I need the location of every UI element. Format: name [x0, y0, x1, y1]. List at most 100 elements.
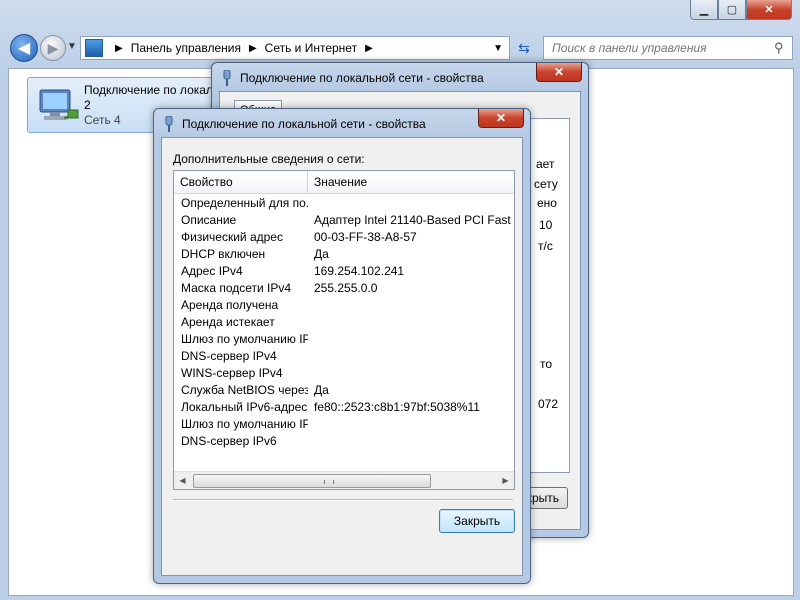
property-cell: Служба NetBIOS через...	[181, 383, 308, 397]
table-row[interactable]: Аренда получена	[174, 297, 514, 314]
hidden-text-fragment: то	[540, 357, 553, 371]
close-window-button[interactable]: ✕	[746, 0, 792, 20]
breadcrumb-separator-icon[interactable]: ▶	[249, 43, 257, 54]
value-cell	[308, 314, 514, 331]
network-adapter-icon	[165, 116, 173, 132]
scrollbar-thumb[interactable]	[193, 474, 431, 488]
value-cell: 255.255.0.0	[314, 281, 378, 295]
hidden-text-fragment: ено	[537, 196, 557, 210]
hidden-text-fragment: т/с	[538, 239, 553, 253]
value-cell: fe80::2523:c8b1:97bf:5038%11	[314, 400, 480, 414]
table-row[interactable]: Маска подсети IPv4 255.255.0.0	[174, 280, 514, 297]
table-row[interactable]: Служба NetBIOS через... Да	[174, 382, 514, 399]
property-cell: Шлюз по умолчанию IP...	[181, 332, 308, 346]
search-icon[interactable]: ⚲	[774, 40, 792, 56]
dialog-close-x-button[interactable]: ✕	[478, 109, 524, 128]
property-cell: Физический адрес	[181, 230, 283, 244]
maximize-button[interactable]: ▢	[718, 0, 746, 20]
close-icon: ✕	[553, 65, 565, 79]
breadcrumb-control-panel[interactable]: Панель управления	[131, 41, 241, 55]
list-header: Свойство Значение	[174, 171, 514, 194]
hidden-text-fragment: 10	[539, 218, 553, 232]
back-button[interactable]: ◀	[10, 34, 38, 62]
network-adapter-icon	[223, 70, 231, 86]
connection-network: Сеть 4	[84, 113, 121, 127]
address-bar[interactable]: ▶ Панель управления ▶ Сеть и Интернет ▶ …	[80, 36, 510, 60]
forward-button[interactable]: ▶	[40, 35, 66, 61]
scroll-right-icon[interactable]: ▶	[497, 472, 514, 489]
details-caption: Дополнительные сведения о сети:	[173, 152, 365, 166]
value-cell	[308, 195, 514, 212]
separator-line	[173, 499, 513, 501]
network-details-dialog: Подключение по локальной сети - свойства…	[153, 108, 531, 584]
breadcrumb-network-internet[interactable]: Сеть и Интернет	[265, 41, 357, 55]
grip-icon	[324, 480, 334, 484]
connection-name-line2: 2	[84, 98, 91, 112]
dialog-close-x-button[interactable]: ✕	[536, 63, 582, 82]
close-icon: ✕	[495, 111, 507, 125]
value-cell	[308, 297, 514, 314]
property-cell: Определенный для по...	[181, 196, 308, 210]
minimize-button[interactable]: ▁	[690, 0, 718, 20]
column-header-property[interactable]: Свойство	[174, 171, 308, 193]
horizontal-scrollbar[interactable]: ◀ ▶	[174, 471, 514, 489]
window-controls: ▁ ▢ ✕	[690, 0, 792, 20]
recent-pages-dropdown[interactable]: ▼	[67, 41, 77, 52]
address-dropdown-icon[interactable]: ▼	[493, 43, 503, 54]
property-cell: Локальный IPv6-адрес...	[181, 400, 308, 414]
value-cell	[308, 331, 514, 348]
table-row[interactable]: Физический адрес 00-03-FF-38-A8-57	[174, 229, 514, 246]
value-cell: Да	[314, 383, 329, 397]
table-row[interactable]: Описание Адаптер Intel 21140-Based PCI Fa…	[174, 212, 514, 229]
value-cell	[308, 433, 514, 450]
property-cell: Описание	[181, 213, 237, 227]
table-row[interactable]: Определенный для по...	[174, 195, 514, 212]
dialog-title: Подключение по локальной сети - свойства	[182, 117, 426, 131]
refresh-button[interactable]: ⇆	[514, 38, 534, 58]
arrow-left-icon: ◀	[17, 40, 31, 57]
hidden-text-fragment: ает	[536, 157, 555, 171]
value-cell: 169.254.102.241	[314, 264, 405, 278]
search-input[interactable]	[544, 40, 774, 56]
table-row[interactable]: DNS-сервер IPv4	[174, 348, 514, 365]
table-row[interactable]: DNS-сервер IPv6	[174, 433, 514, 450]
refresh-icon: ⇆	[518, 39, 530, 56]
table-row[interactable]: Адрес IPv4 169.254.102.241	[174, 263, 514, 280]
close-button[interactable]: Закрыть	[439, 509, 515, 533]
breadcrumb-separator-icon[interactable]: ▶	[365, 43, 373, 54]
breadcrumb-separator-icon[interactable]: ▶	[115, 43, 123, 54]
table-row[interactable]: Локальный IPv6-адрес... fe80::2523:c8b1:9…	[174, 399, 514, 416]
table-row[interactable]: Аренда истекает	[174, 314, 514, 331]
table-row[interactable]: DHCP включен Да	[174, 246, 514, 263]
value-cell: 00-03-FF-38-A8-57	[314, 230, 417, 244]
table-row[interactable]: WINS-сервер IPv4	[174, 365, 514, 382]
property-cell: Аренда истекает	[181, 315, 275, 329]
dialog-body: Дополнительные сведения о сети: Свойство…	[161, 137, 523, 576]
list-rows: Определенный для по... Описание Адаптер In…	[174, 195, 514, 450]
table-row[interactable]: Шлюз по умолчанию IP...	[174, 416, 514, 433]
value-cell	[308, 348, 514, 365]
property-cell: Шлюз по умолчанию IP...	[181, 417, 308, 431]
hidden-text-fragment: 072	[538, 397, 559, 411]
hidden-text-fragment: сету	[534, 177, 558, 191]
connection-name: Подключение по локал	[84, 83, 213, 97]
value-cell: Адаптер Intel 21140-Based PCI Fast Ethe	[314, 213, 514, 227]
property-cell: DHCP включен	[181, 247, 266, 261]
value-cell: Да	[314, 247, 329, 261]
property-cell: DNS-сервер IPv4	[181, 349, 277, 363]
search-box[interactable]: ⚲	[543, 36, 793, 60]
control-panel-icon	[85, 39, 103, 57]
property-cell: Маска подсети IPv4	[181, 281, 292, 295]
value-cell	[308, 365, 514, 382]
property-cell: Адрес IPv4	[181, 264, 243, 278]
property-cell: Аренда получена	[181, 298, 279, 312]
column-header-value[interactable]: Значение	[308, 171, 514, 193]
details-list-view[interactable]: Свойство Значение Определенный для по...…	[173, 170, 515, 490]
arrow-right-icon: ▶	[47, 39, 59, 56]
scroll-left-icon[interactable]: ◀	[174, 472, 191, 489]
network-computer-icon	[39, 89, 79, 120]
value-cell	[308, 416, 514, 433]
table-row[interactable]: Шлюз по умолчанию IP...	[174, 331, 514, 348]
dialog-title: Подключение по локальной сети - свойства	[240, 71, 484, 85]
property-cell: DNS-сервер IPv6	[181, 434, 277, 448]
